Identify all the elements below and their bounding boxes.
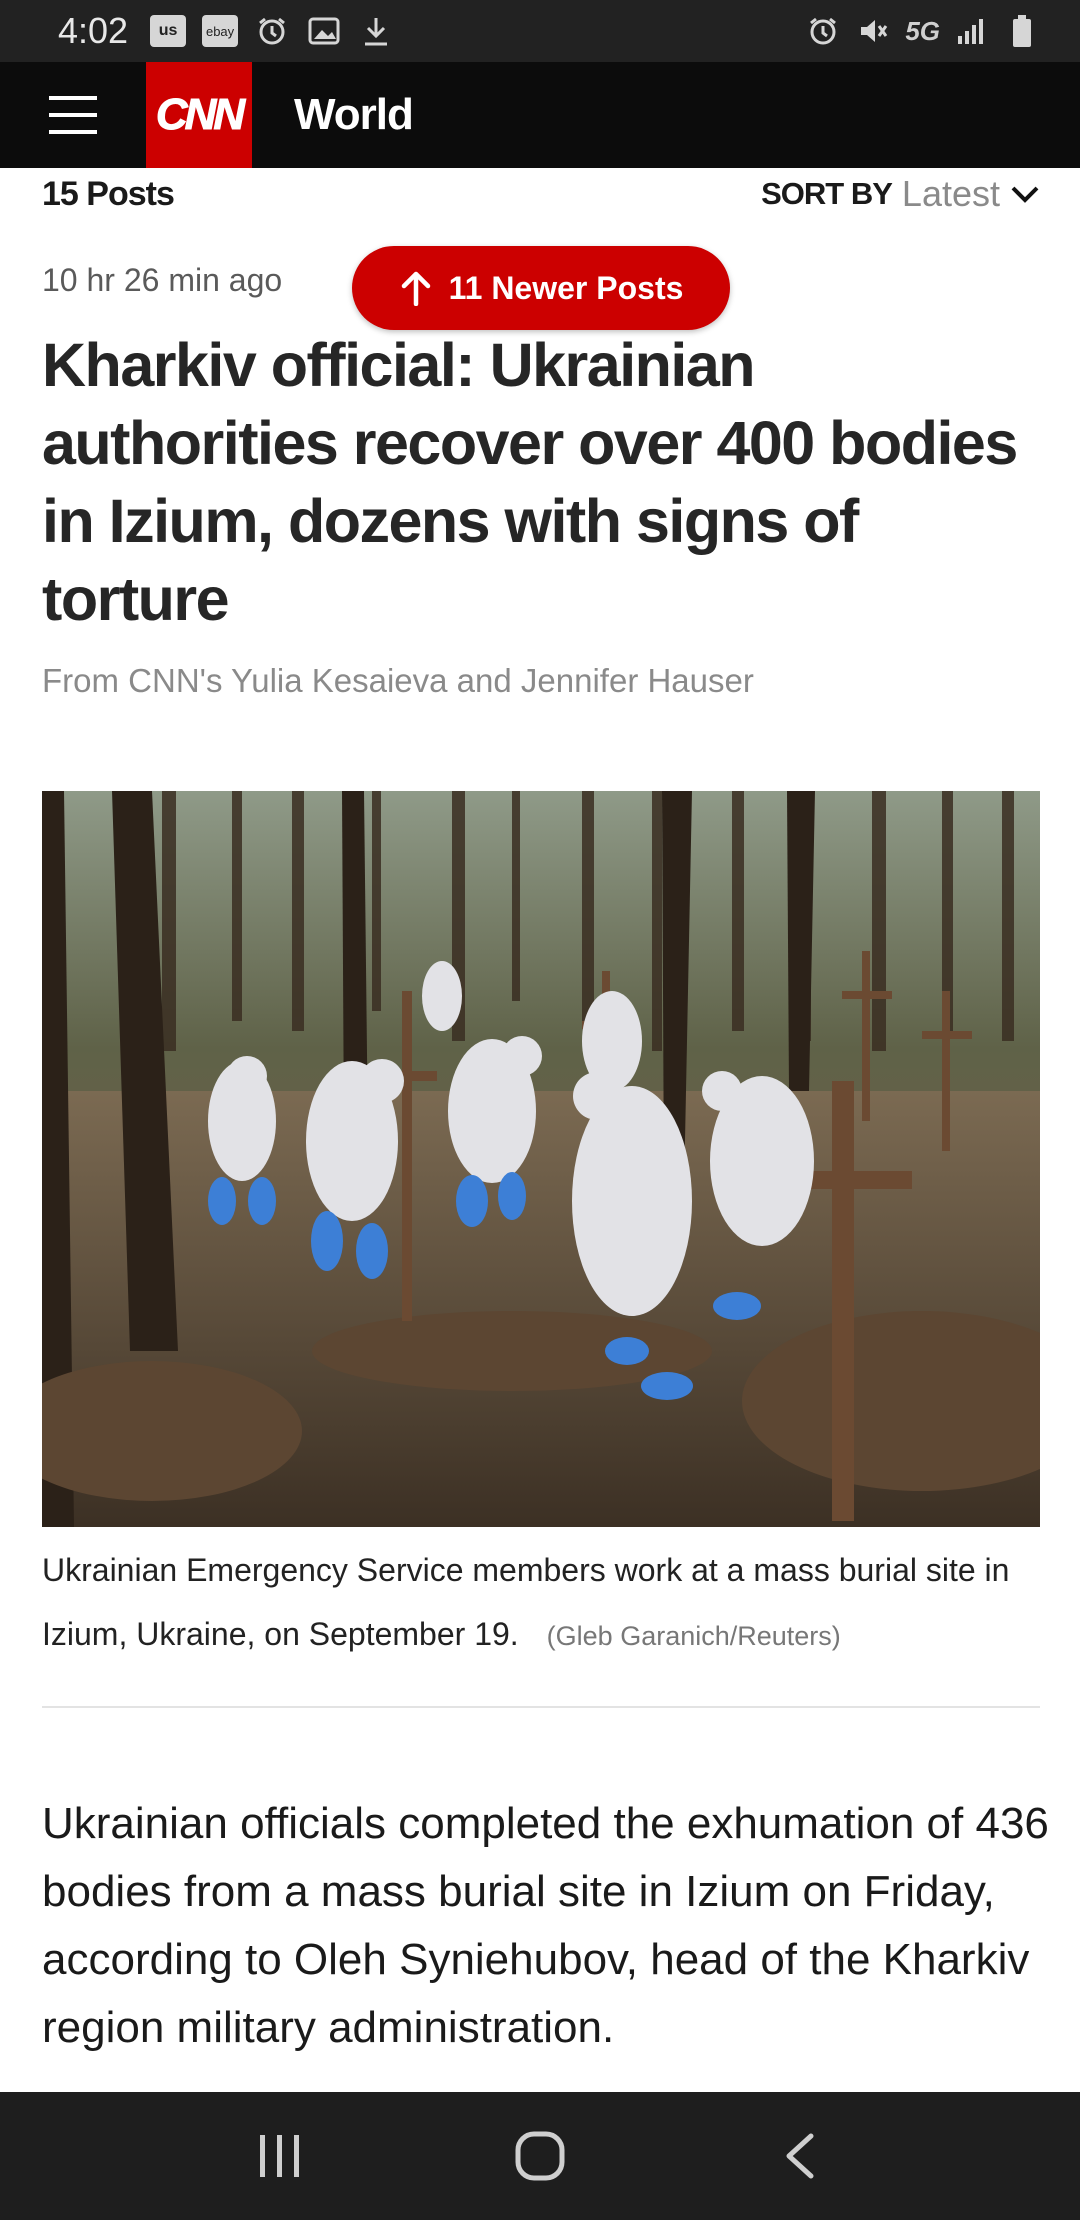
system-nav-bar: [0, 2092, 1080, 2220]
menu-button[interactable]: [0, 62, 146, 168]
sort-dropdown[interactable]: SORT BY Latest: [761, 173, 1040, 215]
download-icon: [358, 15, 394, 47]
notification-icons: us ebay: [150, 15, 394, 47]
arrow-up-icon: [401, 271, 430, 306]
cnn-logo[interactable]: CNN: [146, 62, 252, 168]
caption-text: Ukrainian Emergency Service members work…: [42, 1552, 1010, 1652]
divider: [42, 1706, 1040, 1708]
back-icon: [786, 2133, 814, 2179]
newer-posts-label: 11 Newer Posts: [448, 269, 684, 306]
posts-count: 15 Posts: [42, 174, 175, 213]
system-status-icons: 5G: [805, 15, 1040, 47]
chevron-down-icon: [1011, 186, 1039, 203]
post-timestamp: 10 hr 26 min ago: [42, 262, 283, 298]
app-header: CNN World: [0, 62, 1080, 168]
cnn-logo-text: CNN: [155, 90, 245, 140]
photo-credit: (Gleb Garanich/Reuters): [546, 1621, 841, 1651]
sort-label: SORT BY: [761, 176, 893, 211]
ebay-app-icon: ebay: [202, 15, 239, 47]
hamburger-icon: [49, 96, 97, 134]
article-body: Ukrainian officials completed the exhuma…: [42, 1799, 1049, 2052]
alarm-icon: [254, 15, 290, 47]
recent-apps-button[interactable]: [235, 2111, 325, 2201]
back-button[interactable]: [755, 2111, 845, 2201]
home-icon: [515, 2131, 565, 2181]
alarm-icon: [805, 15, 841, 47]
ebay-app-label: ebay: [205, 23, 235, 39]
home-button[interactable]: [495, 2111, 585, 2201]
sort-value: Latest: [901, 173, 1000, 214]
section-title: World: [294, 90, 414, 139]
photo-caption: Ukrainian Emergency Service members work…: [42, 1538, 1040, 1668]
status-time: 4:02: [58, 10, 129, 51]
network-type: 5G: [905, 15, 940, 46]
us-app-icon: us: [150, 15, 187, 47]
signal-icon: [954, 15, 990, 47]
image-icon: [306, 15, 342, 47]
post-headline: Kharkiv official: Ukrainian authorities …: [42, 331, 1018, 633]
posts-bar: 15 Posts SORT BY Latest: [42, 168, 1040, 220]
burial-site-photo: [42, 791, 1040, 1527]
post-byline: From CNN's Yulia Kesaieva and Jennifer H…: [42, 662, 754, 699]
newer-posts-button[interactable]: 11 Newer Posts: [352, 246, 730, 330]
status-bar: 4:02 us ebay 5G: [0, 0, 1080, 62]
battery-icon: [1004, 15, 1040, 47]
mute-icon: [855, 15, 891, 47]
us-app-label: us: [158, 22, 178, 39]
article-photo[interactable]: [42, 791, 1040, 1527]
recent-apps-icon: [260, 2135, 299, 2177]
